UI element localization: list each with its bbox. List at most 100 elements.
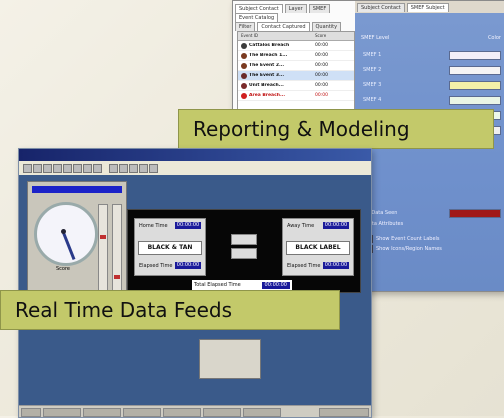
toolbar-button[interactable] bbox=[93, 164, 102, 173]
legend-row-label: SMEF 2 bbox=[363, 67, 382, 73]
tab-row-filters: Filter Contact Captured Quantity bbox=[235, 22, 342, 31]
toolbar bbox=[19, 161, 371, 176]
tab-smef[interactable]: SMEF bbox=[308, 4, 331, 13]
total-label: Total Elapsed Time bbox=[194, 282, 241, 288]
score-box-away: Away Time 00:00:00 BLACK LABEL Elapsed T… bbox=[282, 218, 354, 276]
callout-reporting-modeling: Reporting & Modeling bbox=[178, 109, 494, 149]
legend-row[interactable]: SMEF 4 bbox=[363, 95, 501, 105]
team-name: BLACK & TAN bbox=[138, 241, 202, 255]
tab-filter[interactable]: Filter bbox=[235, 22, 256, 31]
grid-header: Event ID Score bbox=[238, 32, 354, 41]
event-value: 00:00 bbox=[315, 53, 328, 58]
toolbar-button[interactable] bbox=[43, 164, 52, 173]
toolbar-button[interactable] bbox=[119, 164, 128, 173]
event-value: 00:00 bbox=[315, 63, 328, 68]
total-elapsed-row: Total Elapsed Time 00:00:00 bbox=[192, 280, 292, 290]
legend-header: SMEF Level Color bbox=[361, 35, 501, 41]
score-label: Elapsed Time bbox=[287, 263, 321, 269]
tab-event-catalog[interactable]: Event Catalog bbox=[235, 13, 279, 22]
toolbar-button[interactable] bbox=[139, 164, 148, 173]
legend-row-no-data[interactable]: No Data Seen bbox=[363, 208, 501, 218]
toolbar-button[interactable] bbox=[109, 164, 118, 173]
option-label: Show Event Count Labels bbox=[376, 236, 440, 242]
gauge-label: Score bbox=[55, 266, 70, 272]
realtime-feed-window: Score Home Time 00:00:00 BLACK & TAN Ela… bbox=[18, 148, 372, 418]
event-type-icon bbox=[241, 82, 247, 89]
legend-tab-strip: Subject Contact SMEF Subject bbox=[355, 1, 504, 13]
score-label: Home Time bbox=[139, 223, 168, 229]
event-name: Cattalos Breach bbox=[249, 43, 290, 48]
table-row[interactable]: The Event 3... 00:00 bbox=[238, 71, 354, 81]
option-region-names[interactable]: Show Icons/Region Names bbox=[365, 245, 442, 253]
toolbar-button[interactable] bbox=[149, 164, 158, 173]
legend-row[interactable]: SMEF 3 bbox=[363, 80, 501, 90]
event-value: 00:00 bbox=[315, 43, 328, 48]
tab-subject-contact-right[interactable]: Subject Contact bbox=[357, 3, 405, 12]
team-name: BLACK LABEL bbox=[286, 241, 350, 255]
event-value: 00:00 bbox=[315, 83, 328, 88]
swap-button[interactable] bbox=[231, 234, 257, 245]
score-label: Away Time bbox=[287, 223, 315, 229]
event-value: 00:00 bbox=[315, 93, 328, 98]
option-label: Show Icons/Region Names bbox=[376, 246, 442, 252]
inner-dialog[interactable] bbox=[199, 339, 261, 379]
tab-smef-subject[interactable]: SMEF Subject bbox=[406, 3, 449, 12]
score-value: 00:00:00 bbox=[175, 262, 201, 269]
gauge-title-bar bbox=[32, 186, 122, 193]
column-header-event[interactable]: Event ID bbox=[238, 32, 312, 40]
toolbar-button[interactable] bbox=[33, 164, 42, 173]
legend-swatch bbox=[449, 65, 501, 75]
legend-row-label: SMEF 3 bbox=[363, 82, 382, 88]
toolbar-button[interactable] bbox=[73, 164, 82, 173]
event-type-icon bbox=[241, 92, 247, 99]
legend-swatch bbox=[449, 50, 501, 60]
table-row[interactable]: The Event 2... 00:00 bbox=[238, 61, 354, 71]
option-event-count-labels[interactable]: Show Event Count Labels bbox=[365, 235, 440, 243]
toolbar-button[interactable] bbox=[129, 164, 138, 173]
table-row[interactable]: Unit Breach... 00:00 bbox=[238, 81, 354, 91]
event-name: The Event 3... bbox=[249, 73, 285, 78]
table-row[interactable]: Cattalos Breach 00:00 bbox=[238, 41, 354, 51]
score-value: 00:00:00 bbox=[323, 262, 349, 269]
toolbar-button[interactable] bbox=[23, 164, 32, 173]
table-row[interactable]: Area Breach... 00:00 bbox=[238, 91, 354, 101]
product-screenshot-collage: { "callouts": { "reporting": "Reporting … bbox=[0, 0, 504, 418]
legend-header-level: SMEF Level bbox=[361, 35, 390, 41]
toolbar-button[interactable] bbox=[83, 164, 92, 173]
gauge-hub bbox=[61, 229, 66, 234]
legend-row[interactable]: SMEF 2 bbox=[363, 65, 501, 75]
taskbar bbox=[19, 405, 371, 417]
tab-row-primary: Subject Contact Layer SMEF bbox=[235, 4, 331, 13]
swap-button[interactable] bbox=[231, 248, 257, 259]
score-value: 00:00:00 bbox=[323, 222, 349, 229]
toolbar-button[interactable] bbox=[53, 164, 62, 173]
tab-quantity[interactable]: Quantity bbox=[311, 22, 342, 31]
window-titlebar[interactable] bbox=[19, 149, 371, 161]
column-header-score[interactable]: Score bbox=[312, 32, 329, 40]
event-value: 00:00 bbox=[315, 73, 328, 78]
tab-layer[interactable]: Layer bbox=[284, 4, 307, 13]
legend-swatch bbox=[449, 95, 501, 105]
score-panel: Home Time 00:00:00 BLACK & TAN Elapsed T… bbox=[127, 209, 361, 293]
event-type-icon bbox=[241, 62, 247, 69]
total-value: 00:00:00 bbox=[261, 281, 290, 289]
legend-tabs: Subject Contact SMEF Subject bbox=[357, 3, 449, 12]
table-row[interactable]: The Breach 1... 00:00 bbox=[238, 51, 354, 61]
event-name: The Event 2... bbox=[249, 63, 285, 68]
score-label: Elapsed Time bbox=[139, 263, 173, 269]
event-type-icon bbox=[241, 42, 247, 49]
toolbar-button[interactable] bbox=[63, 164, 72, 173]
tab-subject-contact[interactable]: Subject Contact bbox=[235, 4, 283, 13]
score-value: 00:00:00 bbox=[175, 222, 201, 229]
tab-row-secondary: Event Catalog bbox=[235, 13, 279, 22]
legend-row-label: SMEF 4 bbox=[363, 97, 382, 103]
tab-contact-captured[interactable]: Contact Captured bbox=[257, 22, 310, 31]
score-box-home: Home Time 00:00:00 BLACK & TAN Elapsed T… bbox=[134, 218, 206, 276]
scale-marker bbox=[114, 275, 120, 279]
legend-row[interactable]: SMEF 1 bbox=[363, 50, 501, 60]
event-name: Area Breach... bbox=[249, 93, 286, 98]
scale-marker bbox=[100, 235, 106, 239]
event-name: Unit Breach... bbox=[249, 83, 284, 88]
legend-swatch bbox=[449, 208, 501, 218]
gauge-dial bbox=[34, 202, 98, 266]
